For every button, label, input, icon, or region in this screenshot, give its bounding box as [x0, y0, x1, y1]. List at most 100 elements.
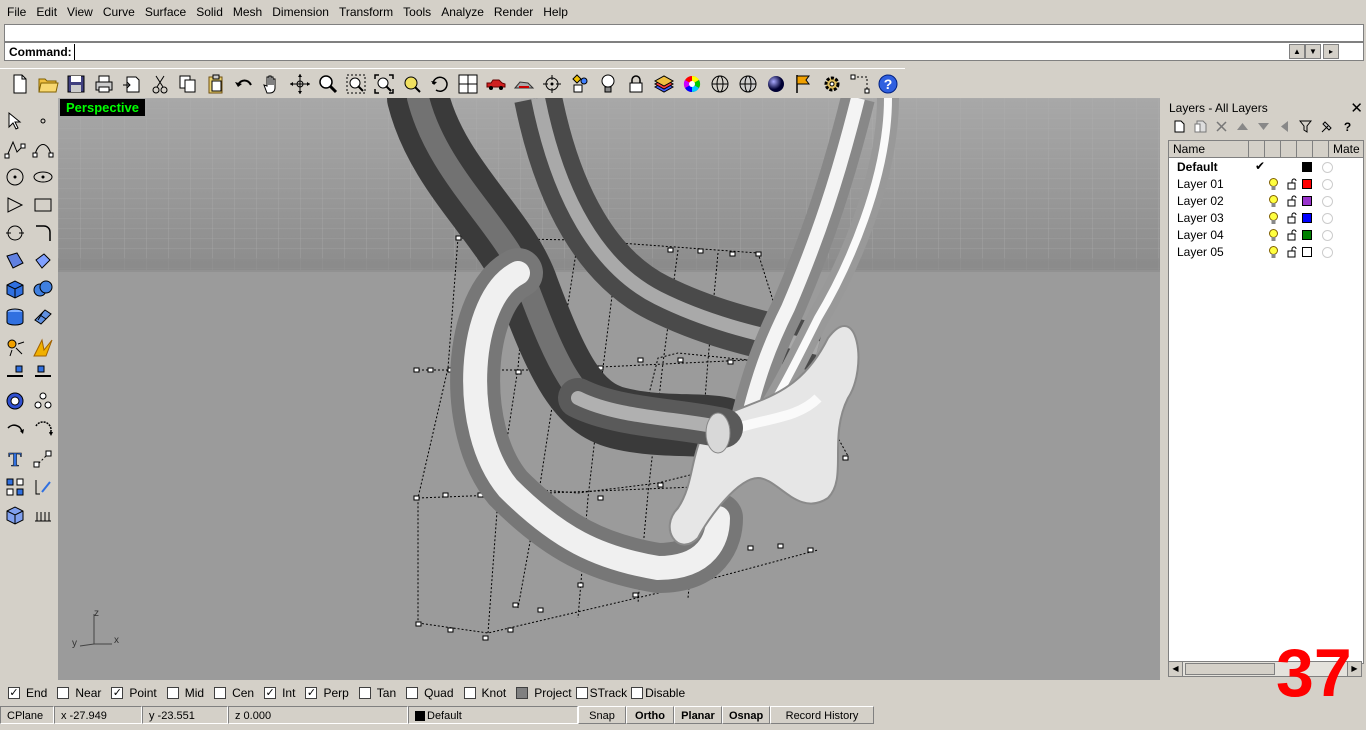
shaded-sphere-icon[interactable] — [734, 70, 762, 98]
planar-toggle[interactable]: Planar — [674, 706, 722, 724]
rotate-icon[interactable] — [426, 70, 454, 98]
osnap-near[interactable]: Near — [57, 686, 101, 700]
explode-icon[interactable] — [2, 334, 28, 360]
boolean-union-icon[interactable] — [30, 276, 56, 302]
viewport-title[interactable]: Perspective — [60, 99, 145, 116]
menu-tools[interactable]: Tools — [398, 0, 436, 24]
status-cplane[interactable]: CPlane — [0, 706, 54, 724]
current-layer-check-icon[interactable]: ✔ — [1255, 159, 1265, 173]
layer-material-icon[interactable] — [1322, 213, 1333, 224]
array-icon[interactable] — [30, 388, 56, 414]
osnap-quad[interactable]: Quad — [406, 686, 454, 700]
block-icon[interactable] — [2, 474, 28, 500]
layer-material-icon[interactable] — [1322, 196, 1333, 207]
menu-analyze[interactable]: Analyze — [436, 0, 489, 24]
grid-snap-icon[interactable] — [846, 70, 874, 98]
dimension-icon[interactable] — [30, 502, 56, 528]
light-bulb-icon[interactable] — [1269, 178, 1278, 191]
wireframe-sphere-icon[interactable] — [706, 70, 734, 98]
light-bulb-icon[interactable] — [1269, 246, 1278, 259]
trim-split-icon[interactable] — [30, 334, 56, 360]
ortho-toggle[interactable]: Ortho — [626, 706, 674, 724]
checkbox-icon[interactable] — [575, 687, 588, 699]
close-icon[interactable]: ✕ — [1350, 99, 1363, 117]
command-options-button[interactable]: ▸ — [1323, 44, 1339, 59]
checkbox-icon[interactable] — [463, 687, 476, 699]
layer-color-swatch[interactable] — [1302, 247, 1312, 257]
unlocked-icon[interactable] — [1287, 178, 1297, 190]
column-header-linetype[interactable] — [1313, 141, 1329, 158]
zoom-icon[interactable] — [314, 70, 342, 98]
layer-row-01[interactable]: Layer 01 — [1169, 176, 1363, 193]
polygon-icon[interactable] — [2, 192, 28, 218]
osnap-tan[interactable]: Tan — [358, 686, 396, 700]
osnap-disable[interactable]: Disable — [631, 686, 685, 700]
save-icon[interactable] — [62, 70, 90, 98]
menu-surface[interactable]: Surface — [140, 0, 191, 24]
move-icon[interactable] — [2, 360, 28, 386]
new-sublayer-icon[interactable] — [1193, 119, 1208, 134]
light-bulb-icon[interactable] — [1269, 229, 1278, 242]
osnap-knot[interactable]: Knot — [463, 686, 506, 700]
layer-row-03[interactable]: Layer 03 — [1169, 210, 1363, 227]
copy-object-icon[interactable] — [30, 360, 56, 386]
cylinder-icon[interactable] — [2, 304, 28, 330]
analyze-icon[interactable] — [30, 474, 56, 500]
center-icon[interactable] — [538, 70, 566, 98]
osnap-perp[interactable]: ✓ Perp — [305, 686, 349, 700]
rotate-3d-icon[interactable] — [30, 418, 56, 444]
surface-icon[interactable] — [2, 248, 28, 274]
scroll-left-icon[interactable]: ◀ — [1169, 662, 1183, 676]
scroll-down-button[interactable]: ▼ — [1305, 44, 1321, 59]
open-folder-icon[interactable] — [34, 70, 62, 98]
command-history[interactable] — [4, 24, 1364, 42]
four-viewports-icon[interactable] — [454, 70, 482, 98]
light-bulb-icon[interactable] — [1269, 195, 1278, 208]
menu-curve[interactable]: Curve — [98, 0, 140, 24]
layer-material-icon[interactable] — [1322, 230, 1333, 241]
layer-row-04[interactable]: Layer 04 — [1169, 227, 1363, 244]
unlocked-icon[interactable] — [1287, 246, 1297, 258]
record-history-toggle[interactable]: Record History — [770, 706, 874, 724]
select-arrow-icon[interactable] — [2, 108, 28, 134]
layer-row-05[interactable]: Layer 05 — [1169, 244, 1363, 261]
lock-icon[interactable] — [622, 70, 650, 98]
mesh-icon[interactable] — [30, 304, 56, 330]
box-solid-icon[interactable] — [2, 276, 28, 302]
zoom-selected-icon[interactable] — [398, 70, 426, 98]
circle-icon[interactable] — [2, 164, 28, 190]
unlocked-icon[interactable] — [1287, 195, 1297, 207]
light-bulb-icon[interactable] — [1269, 212, 1278, 225]
new-layer-icon[interactable] — [1172, 119, 1187, 134]
osnap-point[interactable]: ✓ Point — [111, 686, 157, 700]
box-render-icon[interactable] — [2, 502, 28, 528]
column-header-current[interactable] — [1249, 141, 1265, 158]
settings-gear-icon[interactable] — [818, 70, 846, 98]
layer-material-icon[interactable] — [1322, 247, 1333, 258]
new-file-icon[interactable] — [6, 70, 34, 98]
tools-hammer-icon[interactable] — [1319, 119, 1334, 134]
menu-mesh[interactable]: Mesh — [228, 0, 267, 24]
arc-icon[interactable] — [2, 220, 28, 246]
osnap-mid[interactable]: Mid — [166, 686, 204, 700]
checkbox-icon[interactable] — [166, 687, 179, 699]
menu-transform[interactable]: Transform — [334, 0, 398, 24]
snap-toggle[interactable]: Snap — [578, 706, 626, 724]
object-properties-icon[interactable] — [566, 70, 594, 98]
layer-color-swatch[interactable] — [1302, 162, 1312, 172]
color-wheel-icon[interactable] — [678, 70, 706, 98]
curve-icon[interactable] — [30, 136, 56, 162]
rotate-view-icon[interactable] — [286, 70, 314, 98]
move-down-icon[interactable] — [1256, 119, 1271, 134]
checkbox-icon[interactable] — [406, 687, 419, 699]
scrollbar-thumb[interactable] — [1185, 663, 1275, 675]
undo-icon[interactable] — [230, 70, 258, 98]
osnap-project[interactable]: Project — [516, 686, 572, 700]
osnap-end[interactable]: ✓ End — [8, 686, 47, 700]
unlocked-icon[interactable] — [1287, 229, 1297, 241]
command-input[interactable] — [73, 43, 1274, 60]
text-icon[interactable]: T — [2, 446, 28, 472]
help-question-icon[interactable]: ? — [1340, 119, 1355, 134]
status-current-layer[interactable]: Default — [408, 706, 578, 724]
column-header-name[interactable]: Name — [1169, 141, 1249, 158]
